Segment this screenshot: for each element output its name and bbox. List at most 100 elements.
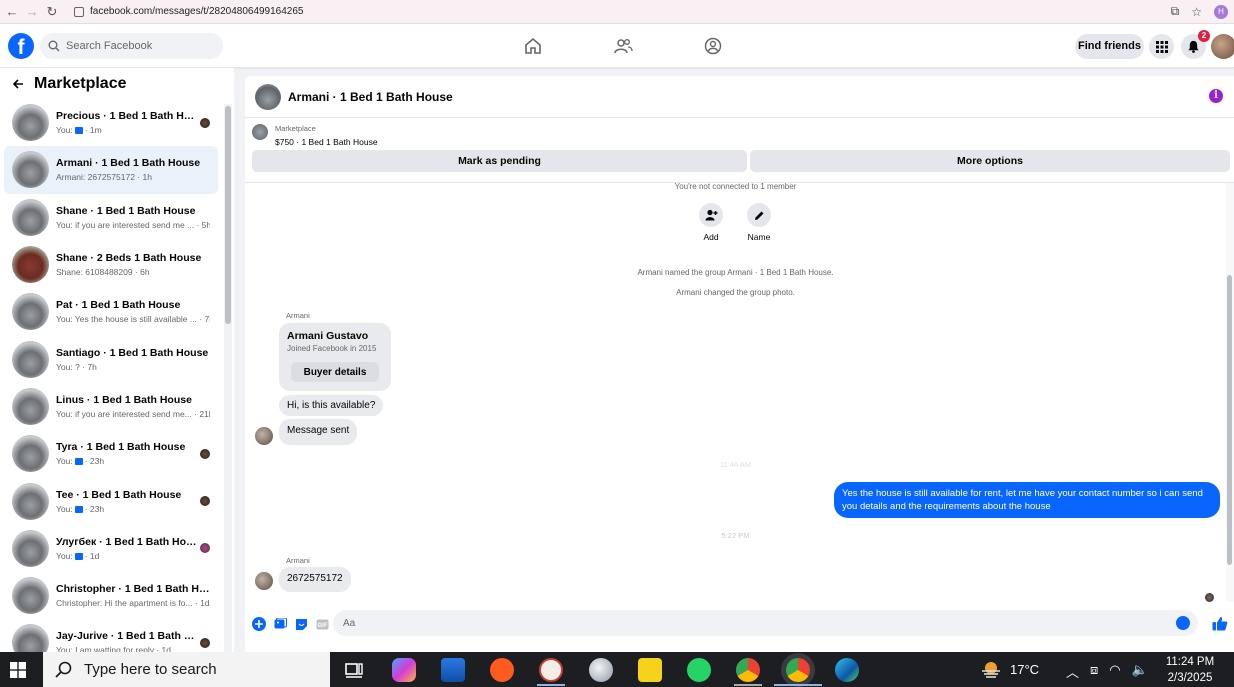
microsoft-store-icon[interactable] bbox=[441, 658, 465, 682]
message-input[interactable] bbox=[343, 617, 1163, 629]
mark-pending-button[interactable]: Mark as pending bbox=[252, 150, 747, 172]
conversation-snippet: You: · 23h bbox=[56, 456, 200, 466]
my-message-bubble[interactable]: Yes the house is still available for ren… bbox=[834, 482, 1220, 518]
chrome-profile-icon[interactable] bbox=[786, 658, 810, 682]
whatsapp-icon[interactable] bbox=[687, 658, 711, 682]
sticky-notes-icon[interactable] bbox=[638, 658, 662, 682]
add-label: Add bbox=[703, 232, 719, 242]
sticker-icon[interactable] bbox=[294, 617, 308, 631]
conversation-item[interactable]: Christopher · 1 Bed 1 Bath House Christop… bbox=[4, 572, 218, 619]
conversation-name: Tee · 1 Bed 1 Bath House bbox=[56, 488, 182, 501]
taskbar-search-input[interactable] bbox=[84, 661, 324, 678]
meet-now-icon[interactable]: ⧈ bbox=[1090, 662, 1098, 681]
volume-icon[interactable]: 🔈 bbox=[1132, 662, 1148, 681]
group-avatar[interactable] bbox=[255, 83, 281, 110]
read-receipt-avatar bbox=[200, 448, 210, 459]
forward-icon[interactable]: → bbox=[24, 4, 40, 19]
listing-thumbnail bbox=[12, 624, 49, 652]
search-box[interactable] bbox=[40, 33, 223, 59]
photo-icon[interactable] bbox=[273, 617, 287, 631]
back-icon[interactable]: ← bbox=[4, 4, 20, 19]
name-group-action[interactable]: Name bbox=[739, 203, 779, 242]
conversation-item[interactable]: Armani · 1 Bed 1 Bath House Armani: 26725… bbox=[4, 146, 218, 194]
site-info-icon[interactable] bbox=[74, 6, 84, 17]
message-input-box[interactable] bbox=[333, 610, 1198, 636]
conversation-name: Armani · 1 Bed 1 Bath House bbox=[56, 157, 201, 170]
menu-grid-icon[interactable] bbox=[1149, 34, 1174, 59]
svg-text:GIF: GIF bbox=[317, 623, 327, 629]
profile-icon[interactable]: H bbox=[1214, 4, 1228, 19]
url-text: facebook.com/messages/t/2820480649916426… bbox=[90, 6, 304, 17]
groups-icon[interactable] bbox=[703, 36, 723, 56]
sender-avatar[interactable] bbox=[255, 572, 273, 590]
address-bar[interactable]: facebook.com/messages/t/2820480649916426… bbox=[74, 6, 1171, 17]
conversation-item[interactable]: Santiago · 1 Bed 1 Bath House You: ? · 7h bbox=[4, 335, 218, 382]
message-bubble[interactable]: 2672575172 bbox=[279, 567, 351, 592]
bookmark-star-icon[interactable]: ☆ bbox=[1191, 5, 1202, 19]
friends-icon[interactable] bbox=[613, 36, 633, 56]
thumbs-up-icon[interactable] bbox=[1212, 616, 1228, 631]
conversation-title[interactable]: Armani · 1 Bed 1 Bath House bbox=[288, 90, 453, 104]
edge-icon[interactable] bbox=[835, 658, 859, 682]
conversation-item[interactable]: Tee · 1 Bed 1 Bath House You: · 23h bbox=[4, 477, 218, 524]
plus-icon[interactable] bbox=[252, 617, 266, 631]
taskbar-search[interactable] bbox=[43, 652, 330, 687]
snippet-text: Shane: 6108488209 · 6h bbox=[56, 267, 150, 278]
timestamp: 11:46 AM bbox=[719, 460, 752, 469]
system-event-photo: Armani changed the group photo. bbox=[676, 288, 795, 297]
system-clock[interactable]: 11:24 PM 2/3/2025 bbox=[1160, 654, 1220, 686]
conversation-item[interactable]: Linus · 1 Bed 1 Bath House You: if you ar… bbox=[4, 383, 218, 430]
conversation-panel: Armani · 1 Bed 1 Bath House i Marketplac… bbox=[245, 76, 1234, 652]
sidebar-scrollbar[interactable] bbox=[224, 104, 232, 652]
listing-summary[interactable]: Marketplace $750 · 1 Bed 1 Bath House bbox=[245, 118, 1234, 147]
gif-icon[interactable]: GIF bbox=[315, 617, 329, 631]
back-arrow-icon[interactable] bbox=[12, 78, 24, 90]
conversation-snippet: Shane: 6108488209 · 6h bbox=[56, 267, 210, 277]
task-view-icon[interactable] bbox=[342, 658, 366, 682]
conversation-item[interactable]: Shane · 1 Bed 1 Bath House You: if you ar… bbox=[4, 194, 218, 241]
chevron-up-icon[interactable]: ︿ bbox=[1066, 662, 1079, 681]
chat-list-sidebar: Marketplace Precious · 1 Bed 1 Bath Hous… bbox=[0, 68, 234, 652]
reload-icon[interactable]: ↻ bbox=[44, 4, 60, 20]
snipping-tool-icon[interactable] bbox=[589, 658, 613, 682]
conversation-item[interactable]: Precious · 1 Bed 1 Bath House You: · 1m bbox=[4, 99, 218, 146]
listing-price-title: $750 · 1 Bed 1 Bath House bbox=[275, 137, 378, 147]
listing-thumbnail bbox=[12, 529, 49, 567]
conversation-item[interactable]: Tyra · 1 Bed 1 Bath House You: · 23h bbox=[4, 430, 218, 477]
conversation-item[interactable]: Улугбек · 1 Bed 1 Bath House You: · 1d bbox=[4, 525, 218, 572]
message-bubble[interactable]: Hi, is this available? bbox=[279, 395, 384, 416]
windows-start-icon[interactable] bbox=[10, 662, 26, 678]
conversation-name: Jay-Jurive · 1 Bed 1 Bath House bbox=[56, 630, 200, 643]
soundcloud-icon[interactable] bbox=[490, 658, 514, 682]
thumbs-up-icon bbox=[74, 458, 83, 466]
account-avatar[interactable] bbox=[1211, 34, 1234, 59]
chrome-icon[interactable] bbox=[736, 658, 760, 682]
conversation-item[interactable]: Pat · 1 Bed 1 Bath House You: Yes the hou… bbox=[4, 288, 218, 335]
buyer-details-button[interactable]: Buyer details bbox=[291, 362, 379, 382]
facebook-logo-icon[interactable]: f bbox=[8, 33, 34, 59]
conversation-snippet: You: Yes the house is still available ..… bbox=[56, 314, 210, 324]
app-icon[interactable] bbox=[539, 658, 563, 682]
weather-widget[interactable]: 17°C bbox=[980, 660, 1039, 678]
search-input[interactable] bbox=[66, 40, 206, 52]
wifi-icon[interactable]: ◠ bbox=[1109, 662, 1120, 681]
info-icon[interactable]: i bbox=[1209, 89, 1223, 103]
emoji-icon[interactable] bbox=[1176, 616, 1190, 630]
install-app-icon[interactable]: ⧉ bbox=[1171, 4, 1180, 19]
sender-name: Armani bbox=[286, 556, 310, 565]
copilot-icon[interactable] bbox=[392, 658, 416, 682]
composer: GIF bbox=[245, 610, 1234, 638]
thread-scrollbar[interactable] bbox=[1226, 183, 1234, 602]
read-receipt-avatar bbox=[200, 117, 210, 128]
snippet-text: You: I am watting for reply · 1d bbox=[56, 645, 171, 652]
more-options-button[interactable]: More options bbox=[750, 150, 1230, 172]
notification-count-badge: 2 bbox=[1198, 30, 1210, 42]
sender-avatar[interactable] bbox=[255, 427, 273, 445]
conversation-item[interactable]: Shane · 2 Beds 1 Bath House Shane: 610848… bbox=[4, 241, 218, 288]
find-friends-button[interactable]: Find friends bbox=[1075, 34, 1144, 59]
conversation-item[interactable]: Jay-Jurive · 1 Bed 1 Bath House You: I am… bbox=[4, 619, 218, 652]
add-member-action[interactable]: Add bbox=[691, 203, 731, 242]
listing-thumbnail bbox=[12, 435, 49, 473]
message-bubble[interactable]: Message sent bbox=[279, 419, 358, 445]
home-icon[interactable] bbox=[523, 36, 543, 56]
